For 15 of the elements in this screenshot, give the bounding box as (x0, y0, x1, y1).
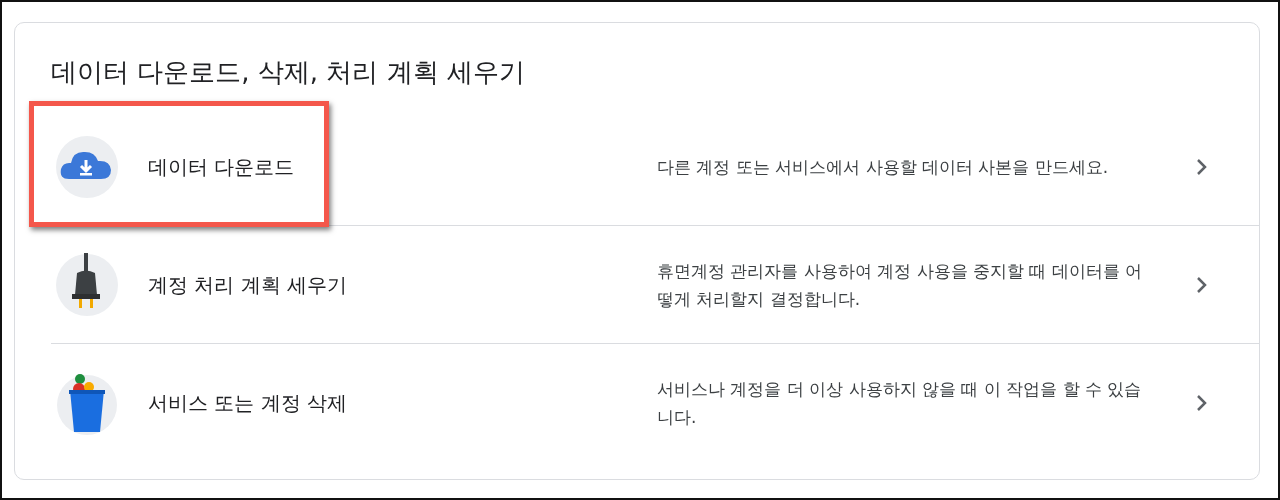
item-label: 데이터 다운로드 (148, 153, 296, 181)
list-item[interactable]: 서비스 또는 계정 삭제 서비스나 계정을 더 이상 사용하지 않을 때 이 작업을 할 수 있습니다. (51, 344, 1259, 463)
section-title: 데이터 다운로드, 삭제, 처리 계획 세우기 (51, 57, 526, 89)
item-description: 서비스나 계정을 더 이상 사용하지 않을 때 이 작업을 할 수 있습니다. (657, 378, 1143, 430)
list-item[interactable]: 데이터 다운로드 다른 계정 또는 서비스에서 사용할 데이터 사본을 만드세요. (51, 108, 1259, 227)
cloud-download-icon (55, 134, 119, 199)
item-label: 계정 처리 계획 세우기 (148, 271, 349, 299)
chevron-right-icon (1195, 274, 1209, 295)
item-label: 서비스 또는 계정 삭제 (148, 390, 349, 418)
item-description: 휴면계정 관리자를 사용하여 계정 사용을 중지할 때 데이터를 어떻게 처리할지 결정합니다. (657, 259, 1144, 311)
item-description: 다른 계정 또는 서비스에서 사용할 데이터 사본을 만드세요. (657, 155, 1110, 179)
plug-icon (55, 252, 119, 317)
chevron-right-icon (1195, 156, 1209, 177)
list-item[interactable]: 계정 처리 계획 세우기 휴면계정 관리자를 사용하여 계정 사용을 중지할 때 데이터를 어떻게 처리할지 결정합니다. (51, 226, 1259, 345)
trash-can-icon (55, 371, 119, 436)
